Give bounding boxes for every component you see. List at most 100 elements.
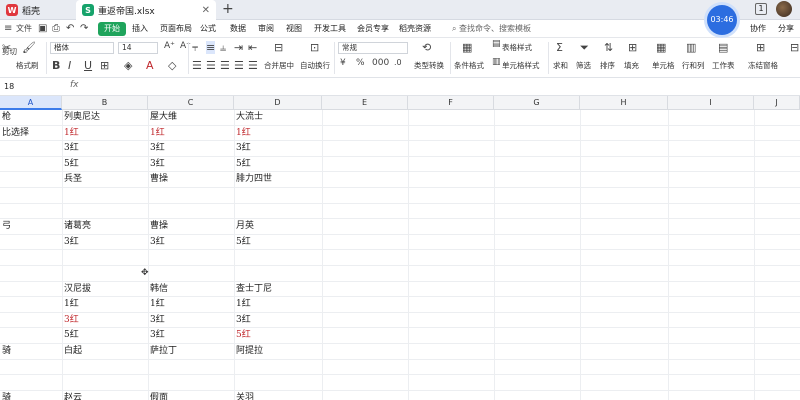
- cell-c[interactable]: 3红: [148, 313, 234, 328]
- format-painter-icon[interactable]: 🖌: [22, 41, 36, 54]
- cell-a[interactable]: [0, 204, 62, 219]
- cell-b[interactable]: [62, 360, 148, 375]
- cell-b[interactable]: [62, 188, 148, 203]
- increase-decimal-icon[interactable]: .0: [394, 58, 402, 67]
- cell-b[interactable]: 兵圣: [62, 172, 148, 187]
- cell-c[interactable]: 曹操: [148, 172, 234, 187]
- cell-b[interactable]: 3红: [62, 235, 148, 250]
- cell-c[interactable]: [148, 375, 234, 390]
- col-header-g[interactable]: G: [494, 96, 580, 110]
- col-header-e[interactable]: E: [322, 96, 408, 110]
- menu-data[interactable]: 数据: [230, 23, 246, 34]
- cell-d[interactable]: 3红: [234, 141, 322, 156]
- cell-a[interactable]: [0, 360, 62, 375]
- cell-d[interactable]: 3红: [234, 313, 322, 328]
- cell-b[interactable]: 列奥尼达: [62, 110, 148, 125]
- col-header-f[interactable]: F: [408, 96, 494, 110]
- cell-c[interactable]: [148, 188, 234, 203]
- cell-b[interactable]: [62, 266, 148, 281]
- cell-d[interactable]: 查士丁尼: [234, 282, 322, 297]
- cell-d[interactable]: 5红: [234, 328, 322, 343]
- menu-view[interactable]: 视图: [286, 23, 302, 34]
- cell-c[interactable]: 曹操: [148, 219, 234, 234]
- cell-icon[interactable]: ▦: [656, 41, 666, 54]
- font-name-select[interactable]: 楷体: [50, 42, 114, 54]
- cell-c[interactable]: 韩信: [148, 282, 234, 297]
- cell-c[interactable]: [148, 360, 234, 375]
- row-col-icon[interactable]: ▥: [686, 41, 696, 54]
- cell-a[interactable]: [0, 313, 62, 328]
- cell-a[interactable]: [0, 282, 62, 297]
- col-header-h[interactable]: H: [580, 96, 668, 110]
- cell-d[interactable]: [234, 188, 322, 203]
- cell-b[interactable]: 3红: [62, 313, 148, 328]
- menu-insert[interactable]: 插入: [132, 23, 148, 34]
- command-search-input[interactable]: ⌕ 查找命令、搜索模板: [452, 23, 531, 34]
- cell-b[interactable]: [62, 204, 148, 219]
- save-icon[interactable]: ▣: [38, 23, 47, 34]
- outdent-icon[interactable]: ⇤: [248, 41, 257, 54]
- menu-docer-resources[interactable]: 稻壳资源: [399, 23, 431, 34]
- col-header-d[interactable]: D: [234, 96, 322, 110]
- fill-color-icon[interactable]: ◈: [124, 59, 132, 72]
- cell-c[interactable]: 3红: [148, 157, 234, 172]
- type-convert-icon[interactable]: ⟲: [422, 41, 431, 54]
- cell-c[interactable]: [148, 266, 234, 281]
- grow-font-icon[interactable]: A⁺: [164, 41, 175, 51]
- fx-icon[interactable]: fx: [70, 80, 79, 90]
- cell-c[interactable]: [148, 204, 234, 219]
- tab-workbook[interactable]: S 重返帝国.xlsx ✕: [76, 0, 216, 20]
- menu-review[interactable]: 审阅: [258, 23, 274, 34]
- cell-a[interactable]: [0, 157, 62, 172]
- avatar[interactable]: [776, 1, 792, 17]
- percent-icon[interactable]: %: [356, 58, 365, 68]
- indent-icon[interactable]: ⇥: [234, 41, 243, 54]
- border-icon[interactable]: ⊞: [100, 59, 109, 72]
- bold-icon[interactable]: B: [52, 59, 60, 72]
- cell-a[interactable]: [0, 141, 62, 156]
- cell-d[interactable]: 5红: [234, 235, 322, 250]
- tab-docer[interactable]: W 稻壳: [0, 0, 68, 20]
- justify-icon[interactable]: ☰: [234, 59, 244, 72]
- clock-widget[interactable]: 03:46: [707, 5, 737, 35]
- cell-c[interactable]: 萨拉丁: [148, 344, 234, 359]
- filter-icon[interactable]: ⏷: [580, 41, 589, 55]
- cell-c[interactable]: 1红: [148, 126, 234, 141]
- cell-c[interactable]: 3红: [148, 141, 234, 156]
- cell-style-icon[interactable]: ▥: [492, 57, 501, 67]
- cell-d[interactable]: 1红: [234, 297, 322, 312]
- menu-member[interactable]: 会员专享: [357, 23, 389, 34]
- menu-start-tab[interactable]: 开始: [98, 22, 126, 36]
- menu-page-layout[interactable]: 页面布局: [160, 23, 192, 34]
- file-menu-label[interactable]: 文件: [16, 23, 32, 34]
- share-button[interactable]: 分享: [778, 23, 794, 34]
- menu-formula[interactable]: 公式: [200, 23, 216, 34]
- freeze-panes-icon[interactable]: ⊞: [756, 41, 765, 54]
- wrap-text-icon[interactable]: ⊡: [310, 41, 319, 54]
- cell-d[interactable]: 月英: [234, 219, 322, 234]
- conditional-format-icon[interactable]: ▦: [462, 41, 472, 54]
- cell-b[interactable]: 诸葛亮: [62, 219, 148, 234]
- cell-c[interactable]: 假面: [148, 391, 234, 400]
- cell-a[interactable]: [0, 235, 62, 250]
- underline-icon[interactable]: U: [84, 59, 92, 72]
- redo-icon[interactable]: ↷: [80, 23, 88, 34]
- cell-b[interactable]: [62, 250, 148, 265]
- cell-d[interactable]: [234, 266, 322, 281]
- cell-b[interactable]: 1红: [62, 126, 148, 141]
- cell-b[interactable]: 5红: [62, 328, 148, 343]
- collab-button[interactable]: 协作: [750, 23, 766, 34]
- italic-icon[interactable]: I: [68, 59, 71, 72]
- merge-center-icon[interactable]: ⊟: [274, 41, 283, 54]
- cell-a[interactable]: 枪: [0, 110, 62, 125]
- cell-a[interactable]: 骑: [0, 344, 62, 359]
- print-icon[interactable]: ⎙: [52, 23, 60, 34]
- font-size-select[interactable]: 14: [118, 42, 158, 54]
- cell-a[interactable]: [0, 172, 62, 187]
- cell-b[interactable]: 赵云: [62, 391, 148, 400]
- align-bottom-icon[interactable]: ⫨: [220, 41, 226, 55]
- cell-c[interactable]: 屋大维: [148, 110, 234, 125]
- spreadsheet-grid[interactable]: A B C D E F G H I J 枪列奥尼达 屋大维 大流士 比选择 1红 1红 1红…: [0, 96, 800, 400]
- close-tab-icon[interactable]: ✕: [202, 5, 210, 16]
- cell-b[interactable]: 5红: [62, 157, 148, 172]
